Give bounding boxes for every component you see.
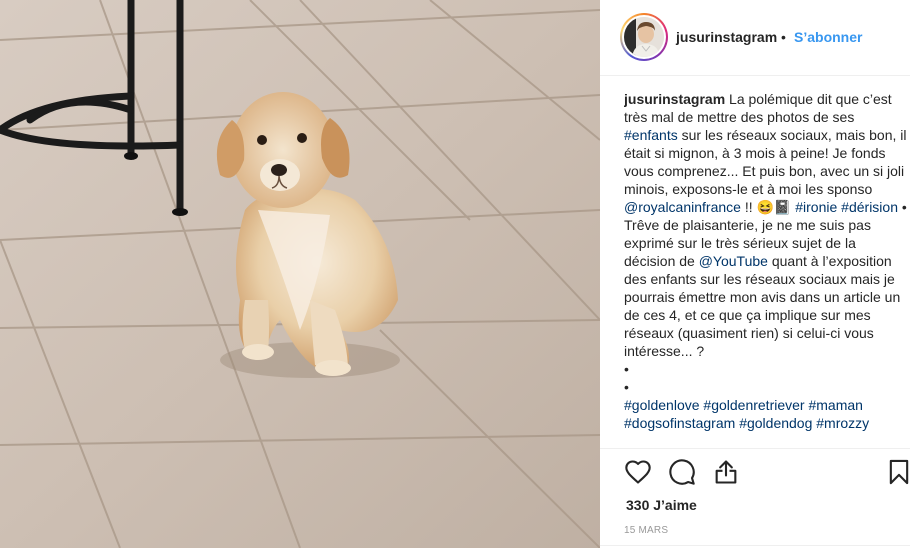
- hashtag-link[interactable]: #mrozzy: [816, 415, 869, 431]
- mention-link[interactable]: @YouTube: [699, 253, 768, 269]
- share-button[interactable]: [712, 458, 740, 486]
- header-username[interactable]: jusurinstagram: [676, 29, 777, 45]
- avatar[interactable]: [620, 13, 668, 61]
- share-icon: [715, 460, 737, 484]
- separator-dot: •: [781, 29, 786, 45]
- hashtag-link[interactable]: #ironie: [795, 199, 837, 215]
- hashtag-link[interactable]: #enfants: [624, 127, 678, 143]
- hashtag-link[interactable]: #goldendog: [739, 415, 812, 431]
- caption-text: •: [898, 199, 907, 215]
- heart-icon: [625, 460, 651, 484]
- post-photo[interactable]: [0, 0, 600, 548]
- comment-button[interactable]: [668, 458, 696, 486]
- post-caption: jusurinstagram La polémique dit que c’es…: [624, 90, 908, 442]
- caption-hashtags: #goldenlove #goldenretriever #maman #dog…: [624, 396, 908, 432]
- hashtag-link[interactable]: #dogsofinstagram: [624, 415, 735, 431]
- caption-username[interactable]: jusurinstagram: [624, 91, 725, 107]
- save-button[interactable]: [885, 458, 913, 486]
- bookmark-icon: [889, 459, 909, 485]
- hashtag-link[interactable]: #dérision: [841, 199, 898, 215]
- post-header: jusurinstagram • S’abonner: [600, 0, 910, 76]
- avatar-image: [624, 17, 664, 57]
- like-button[interactable]: [624, 458, 652, 486]
- puppy-photo: [0, 0, 600, 548]
- likes-count[interactable]: 330 J’aime: [626, 497, 697, 513]
- follow-button[interactable]: S’abonner: [794, 29, 862, 45]
- profile-photo-icon: [624, 17, 664, 57]
- caption-text: !! 😆📓: [740, 199, 796, 215]
- comment-icon: [669, 459, 695, 485]
- hashtag-link[interactable]: #maman: [808, 397, 862, 413]
- caption-paragraph: Trêve de plaisanterie, je ne me suis pas…: [624, 216, 908, 360]
- divider: [600, 545, 910, 546]
- hashtag-link[interactable]: #goldenretriever: [703, 397, 804, 413]
- caption-paragraph: jusurinstagram La polémique dit que c’es…: [624, 90, 908, 216]
- post-date[interactable]: 15 mars: [624, 525, 668, 536]
- mention-link[interactable]: @royalcaninfrance: [624, 199, 741, 215]
- caption-bullet: •: [624, 361, 629, 377]
- post-side-panel: jusurinstagram • S’abonner jusurinstagra…: [600, 0, 920, 548]
- hashtag-link[interactable]: #goldenlove: [624, 397, 700, 413]
- caption-bullet: •: [624, 379, 629, 395]
